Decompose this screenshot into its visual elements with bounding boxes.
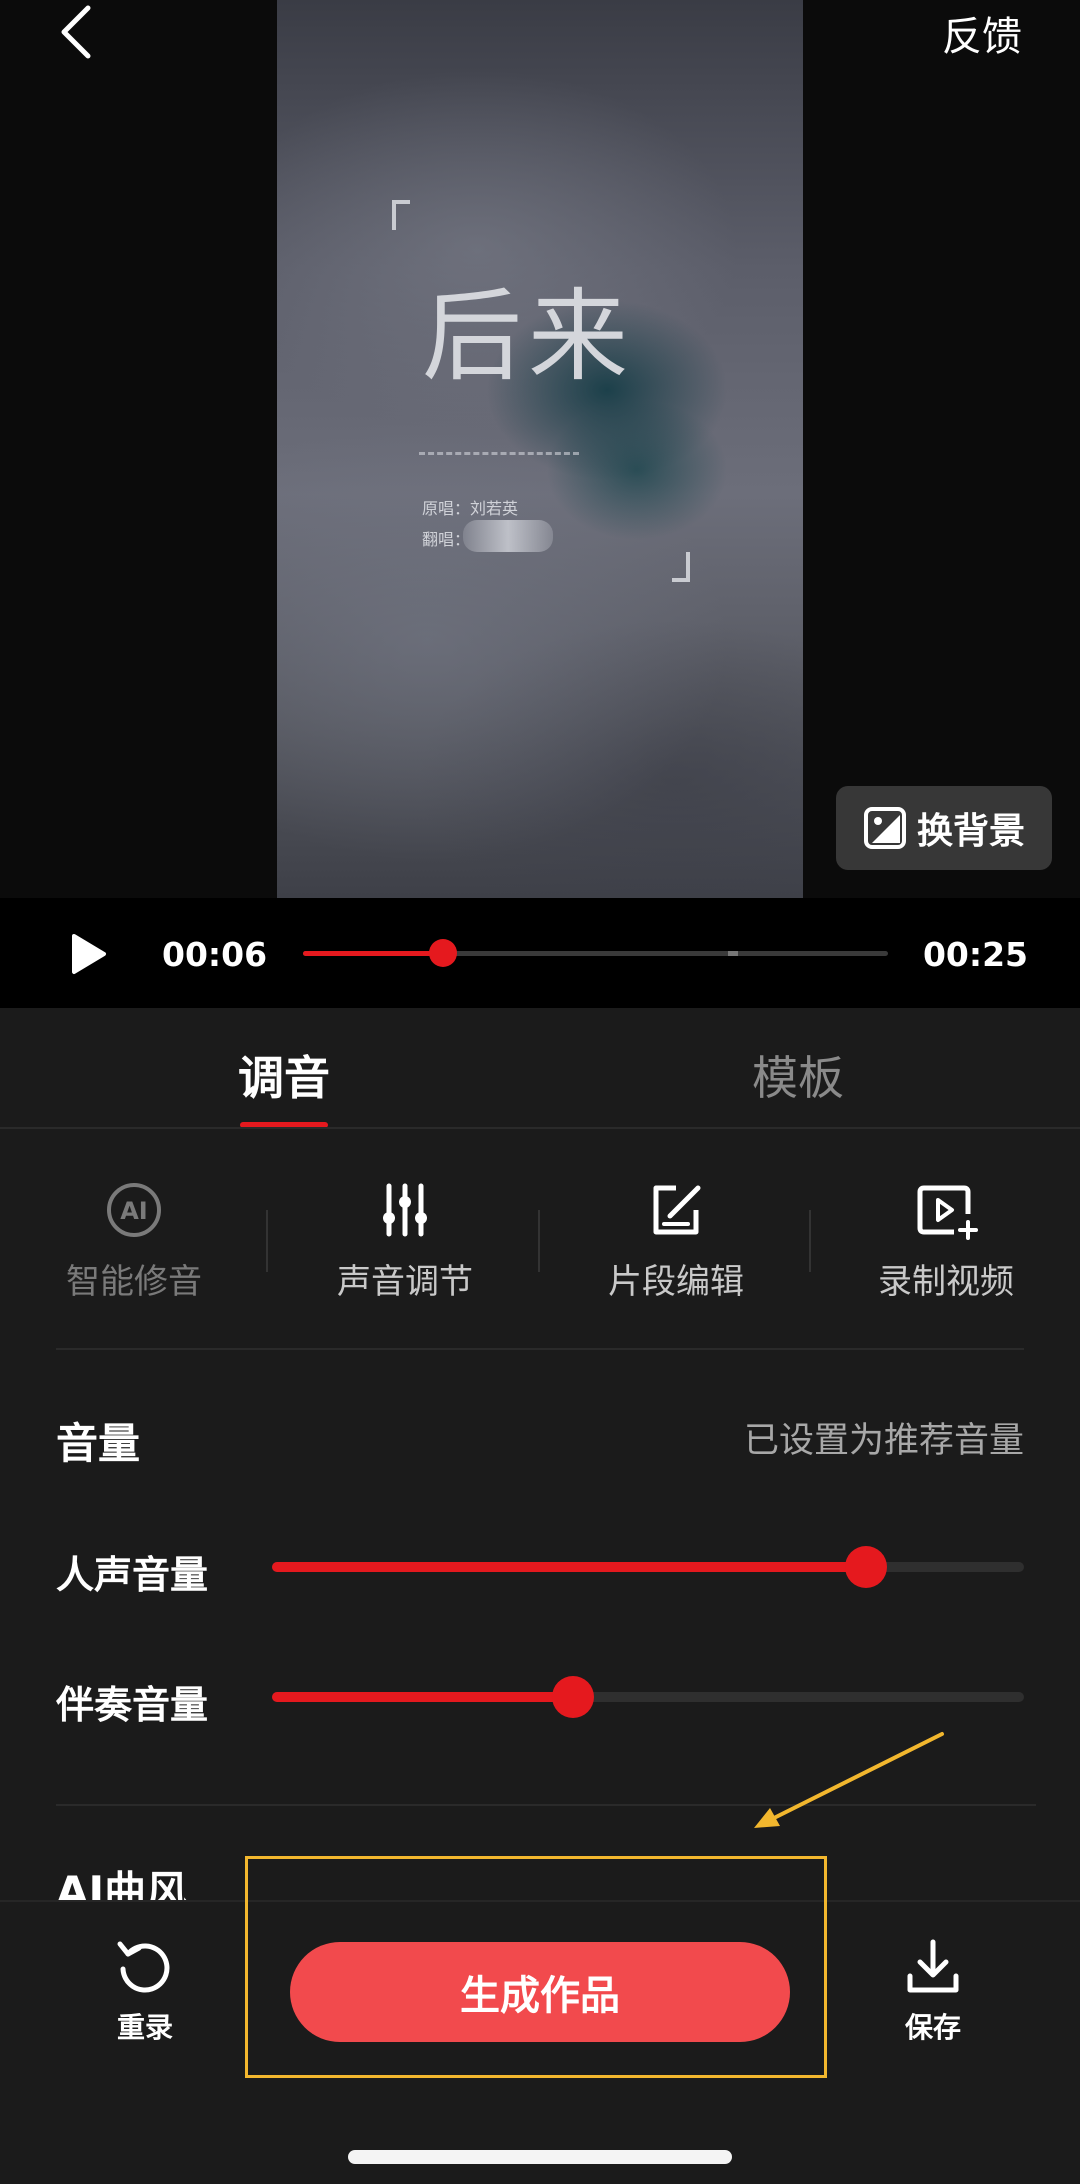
record-video-icon [917, 1185, 978, 1240]
tool-record-video[interactable]: 录制视频 [846, 1180, 1046, 1303]
volume-status: 已设置为推荐音量 [743, 1421, 1024, 1461]
progress-buffer-mark [728, 951, 738, 956]
rerecord-label: 重录 [116, 2011, 173, 2044]
home-indicator [348, 2150, 732, 2164]
image-background-icon [863, 807, 906, 849]
accompaniment-volume-knob[interactable] [551, 1676, 594, 1718]
feedback-button[interactable]: 反馈 [942, 4, 1022, 62]
song-title: 后来 [422, 278, 634, 395]
tool-separator [809, 1210, 811, 1272]
video-preview-area: 后来 原唱：刘若英 翻唱： 反馈 换背景 [0, 0, 1080, 898]
title-bracket-open [392, 200, 410, 230]
save-label: 保存 [904, 2011, 961, 2044]
download-icon [907, 1939, 959, 1993]
tool-separator [538, 1210, 540, 1272]
video-background[interactable]: 后来 原唱：刘若英 翻唱： [277, 0, 803, 898]
accompaniment-volume-fill [272, 1692, 573, 1702]
change-background-label: 换背景 [916, 811, 1025, 852]
ai-badge-icon: AI [107, 1183, 161, 1237]
vocal-volume-fill [272, 1562, 867, 1572]
tools-divider [56, 1348, 1024, 1350]
edit-square-icon [653, 1185, 701, 1235]
total-time: 00:25 [922, 935, 1028, 974]
tabs-divider [0, 1127, 1080, 1129]
annotation-highlight-box [245, 1856, 827, 2078]
decorative-dash-line [419, 452, 579, 455]
equalizer-sliders-icon [383, 1183, 427, 1237]
vocal-volume-knob[interactable] [845, 1546, 888, 1588]
progress-scrubber[interactable] [303, 939, 888, 967]
accompaniment-volume-label: 伴奏音量 [56, 1683, 209, 1727]
tool-record-video-label: 录制视频 [878, 1262, 1014, 1302]
tool-smart-pitch[interactable]: AI 智能修音 [34, 1180, 234, 1303]
tool-segment-edit-label: 片段编辑 [608, 1262, 744, 1302]
svg-text:AI: AI [120, 1197, 148, 1225]
tool-sound-adjust[interactable]: 声音调节 [305, 1180, 505, 1303]
accompaniment-volume-slider[interactable] [272, 1676, 1024, 1718]
rotate-left-icon [117, 1941, 170, 1993]
tab-template[interactable]: 模板 [752, 1042, 844, 1108]
title-bracket-close [672, 552, 690, 582]
chevron-left-icon[interactable] [50, 4, 106, 60]
change-background-button[interactable]: 换背景 [836, 786, 1052, 870]
tool-smart-pitch-label: 智能修音 [66, 1262, 202, 1302]
vocal-volume-slider[interactable] [272, 1546, 1024, 1588]
rerecord-button[interactable]: 重录 [85, 1936, 205, 2046]
tool-sound-adjust-label: 声音调节 [337, 1262, 473, 1302]
current-time: 00:06 [162, 935, 268, 974]
tool-segment-edit[interactable]: 片段编辑 [576, 1180, 776, 1303]
vocal-volume-label: 人声音量 [56, 1553, 209, 1597]
play-icon[interactable] [68, 932, 108, 976]
annotation-arrow-icon [754, 1732, 944, 1828]
save-button[interactable]: 保存 [873, 1936, 993, 2046]
redacted-name-smudge [463, 520, 553, 552]
progress-fill [303, 951, 444, 956]
volume-title: 音量 [56, 1419, 141, 1468]
credit-original-singer: 原唱：刘若英 [422, 499, 519, 518]
tab-tuning[interactable]: 调音 [238, 1042, 330, 1108]
tool-separator [266, 1210, 268, 1272]
